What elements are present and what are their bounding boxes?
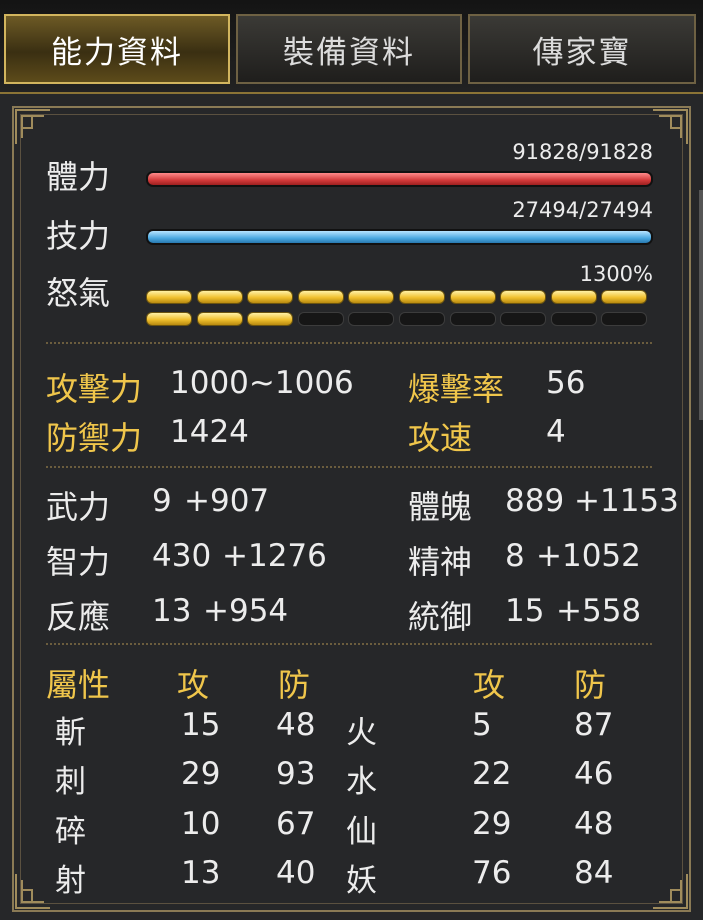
attribute-name: 仙 <box>346 814 377 850</box>
rage-segment <box>449 290 496 304</box>
rage-label: 怒氣 <box>46 274 111 312</box>
crit-value: 56 <box>546 365 586 401</box>
stat-label: 武力 <box>46 488 111 526</box>
attribute-defense-value: 93 <box>276 756 316 792</box>
attribute-name: 水 <box>346 764 377 800</box>
rage-segment <box>348 290 395 304</box>
attribute-defense-value: 48 <box>276 707 316 743</box>
tab-bar: 能力資料 裝備資料 傳家寶 <box>0 0 703 94</box>
scrollbar[interactable] <box>699 190 703 420</box>
sp-bar <box>146 229 653 245</box>
rage-segment <box>196 290 243 304</box>
defense-column-header: 防 <box>574 666 607 704</box>
stat-base: 8 <box>505 538 525 574</box>
corner-ornament-icon <box>653 874 688 909</box>
attack-column-header: 攻 <box>177 666 210 704</box>
attribute-name: 斬 <box>55 715 86 751</box>
attribute-name: 射 <box>55 863 86 899</box>
attribute-name: 火 <box>346 715 377 751</box>
rage-segment <box>196 312 243 326</box>
stat-base: 430 <box>152 538 212 574</box>
stat-bonus: +954 <box>203 593 289 629</box>
stat-bonus: +907 <box>184 483 270 519</box>
stat-label: 統御 <box>408 598 473 636</box>
rage-segment <box>399 290 445 304</box>
attribute-attack-value: 29 <box>472 806 512 842</box>
rage-segment <box>146 290 192 304</box>
attribute-name: 妖 <box>346 863 377 899</box>
defense-column-header: 防 <box>278 666 311 704</box>
attribute-attack-value: 5 <box>472 707 492 743</box>
hp-bar <box>146 171 653 187</box>
stat-label: 體魄 <box>408 488 473 526</box>
tab-equipment[interactable]: 裝備資料 <box>236 14 462 84</box>
rage-segment <box>550 290 597 304</box>
stat-base: 13 <box>152 593 192 629</box>
stat-base: 15 <box>505 593 545 629</box>
attack-value: 1000~1006 <box>170 365 354 401</box>
rage-segment <box>601 290 648 304</box>
rage-segment <box>500 312 547 326</box>
stat-bonus: +1153 <box>574 483 679 519</box>
rage-segment <box>601 312 648 326</box>
stat-bonus: +1276 <box>222 538 327 574</box>
defense-label: 防禦力 <box>46 419 143 457</box>
stat-label: 精神 <box>408 543 473 581</box>
stat-bonus: +1052 <box>536 538 641 574</box>
rage-segment <box>146 312 192 326</box>
attribute-defense-value: 67 <box>276 806 316 842</box>
attribute-defense-value: 40 <box>276 855 316 891</box>
rage-value: 1300% <box>579 262 653 286</box>
stat-base: 9 <box>152 483 172 519</box>
corner-ornament-icon <box>15 874 50 909</box>
speed-label: 攻速 <box>408 419 473 457</box>
attribute-attack-value: 10 <box>181 806 221 842</box>
attribute-name: 刺 <box>55 764 86 800</box>
rage-segment <box>297 290 344 304</box>
rage-segment <box>500 290 547 304</box>
stat-base: 889 <box>505 483 565 519</box>
crit-label: 爆擊率 <box>408 370 505 408</box>
rage-segment <box>399 312 445 326</box>
attribute-defense-value: 46 <box>574 756 614 792</box>
rage-segment <box>550 312 597 326</box>
rage-segment <box>247 312 294 326</box>
attribute-attack-value: 22 <box>472 756 512 792</box>
attribute-attack-value: 13 <box>181 855 221 891</box>
corner-ornament-icon <box>653 109 688 144</box>
attribute-attack-value: 76 <box>472 855 512 891</box>
rage-segment <box>247 290 294 304</box>
rage-segment <box>348 312 395 326</box>
tab-heirloom[interactable]: 傳家寶 <box>468 14 696 84</box>
defense-value: 1424 <box>170 414 249 450</box>
speed-value: 4 <box>546 414 566 450</box>
attribute-attack-value: 29 <box>181 756 221 792</box>
attack-column-header: 攻 <box>473 666 506 704</box>
attribute-defense-value: 48 <box>574 806 614 842</box>
attribute-header: 屬性 <box>46 666 111 704</box>
attribute-defense-value: 87 <box>574 707 614 743</box>
hp-label: 體力 <box>46 158 111 196</box>
attribute-defense-value: 84 <box>574 855 614 891</box>
corner-ornament-icon <box>15 109 50 144</box>
sp-value: 27494/27494 <box>512 198 653 222</box>
rage-segment <box>297 312 344 326</box>
stat-bonus: +558 <box>556 593 642 629</box>
tab-ability[interactable]: 能力資料 <box>4 14 230 84</box>
stat-label: 反應 <box>46 598 111 636</box>
attribute-attack-value: 15 <box>181 707 221 743</box>
rage-segment <box>449 312 496 326</box>
stat-label: 智力 <box>46 543 111 581</box>
attack-label: 攻擊力 <box>46 370 143 408</box>
hp-value: 91828/91828 <box>512 140 653 164</box>
attribute-name: 碎 <box>55 814 86 850</box>
sp-label: 技力 <box>46 217 111 255</box>
